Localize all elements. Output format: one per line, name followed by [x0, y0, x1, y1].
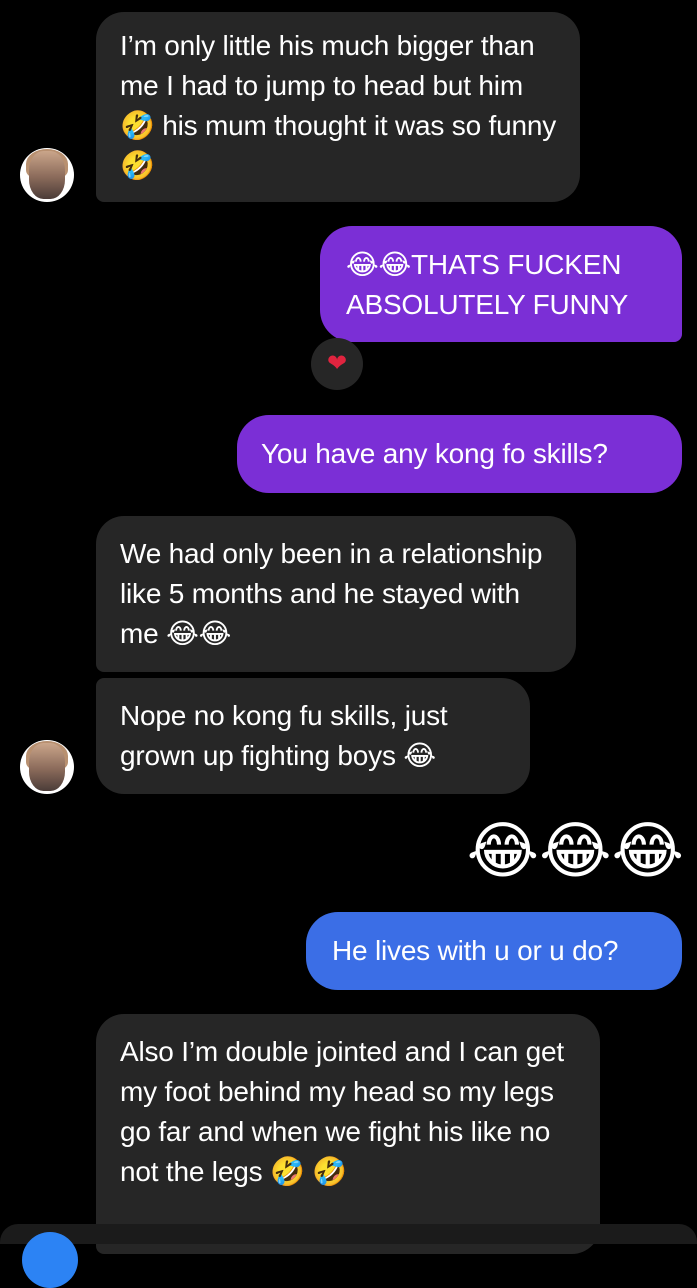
avatar-face — [29, 743, 65, 791]
message-outgoing[interactable]: 😂😂THATS FUCKEN ABSOLUTELY FUNNY — [320, 226, 682, 342]
message-outgoing[interactable]: He lives with u or u do? — [306, 912, 682, 990]
message-outgoing[interactable]: You have any kong fo skills? — [237, 415, 682, 493]
contact-avatar[interactable] — [20, 148, 74, 202]
message-incoming[interactable]: I’m only little his much bigger than me … — [96, 12, 580, 202]
composer-button[interactable] — [22, 1232, 78, 1288]
message-incoming[interactable]: Also I’m double jointed and I can get my… — [96, 1014, 600, 1254]
message-incoming[interactable]: Nope no kong fu skills, just grown up fi… — [96, 678, 530, 794]
avatar-face — [29, 151, 65, 199]
reaction-heart[interactable]: ❤ — [311, 338, 363, 390]
composer-bar — [0, 1224, 697, 1244]
contact-avatar[interactable] — [20, 740, 74, 794]
message-emoji[interactable]: 😂😂😂 — [458, 817, 684, 887]
message-incoming[interactable]: We had only been in a relationship like … — [96, 516, 576, 672]
heart-icon: ❤ — [326, 350, 348, 377]
